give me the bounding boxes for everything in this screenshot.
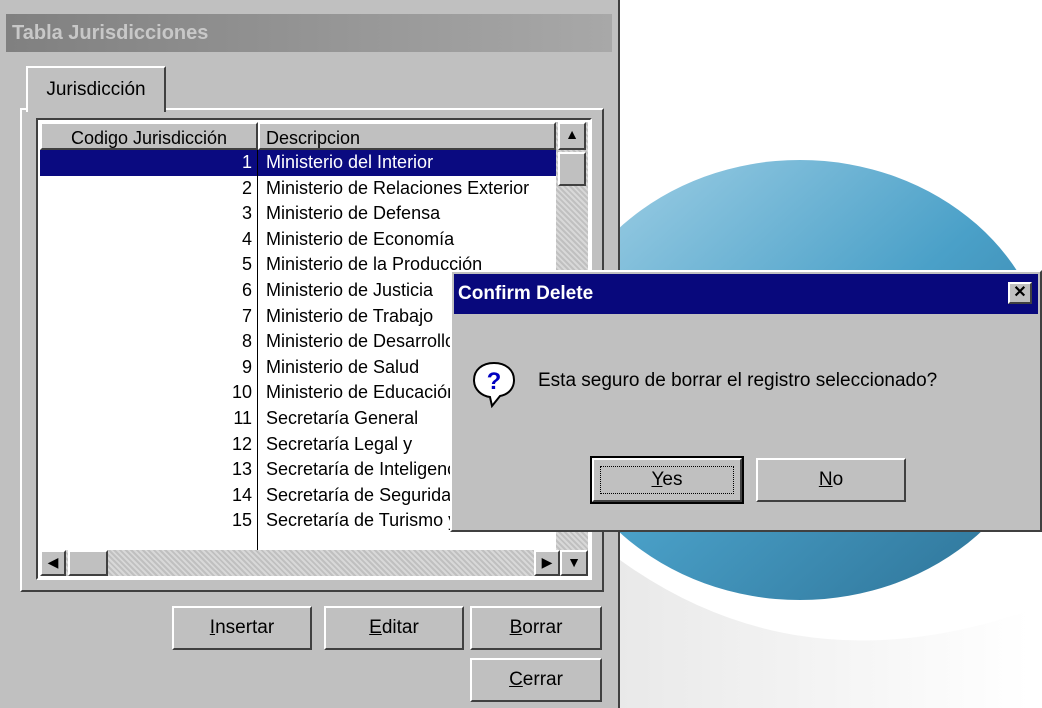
borrar-accel: B	[509, 617, 523, 638]
column-header-codigo[interactable]: Codigo Jurisdicción	[40, 122, 258, 150]
cell-descripcion: Ministerio del Interior	[266, 152, 434, 172]
cell-descripcion: Ministerio de Economía	[266, 228, 455, 249]
scroll-right-icon[interactable]: ▶	[534, 550, 560, 576]
table-row[interactable]: 2 Ministerio de Relaciones Exterior	[40, 176, 556, 202]
scroll-down-icon[interactable]: ▼	[560, 550, 588, 576]
cell-codigo: 6	[241, 279, 252, 300]
cerrar-button[interactable]: Cerrar	[470, 658, 602, 702]
cell-codigo: 3	[241, 203, 252, 224]
editar-button[interactable]: Editar	[324, 606, 464, 650]
cell-codigo: 14	[231, 484, 252, 505]
confirm-delete-dialog: Confirm Delete ✕ ? Esta seguro de borrar…	[450, 270, 1042, 532]
cell-codigo: 2	[241, 177, 252, 198]
cell-codigo: 12	[231, 433, 252, 454]
dialog-title-bar[interactable]: Confirm Delete ✕	[454, 274, 1038, 314]
cell-codigo: 1	[241, 152, 252, 172]
cerrar-label: errar	[522, 669, 563, 690]
window-title: Tabla Jurisdicciones	[6, 14, 612, 52]
cerrar-accel: C	[509, 669, 523, 690]
cell-codigo: 10	[231, 382, 252, 403]
question-icon: ?	[472, 361, 516, 408]
dialog-message: Esta seguro de borrar el registro selecc…	[538, 370, 938, 391]
svg-text:?: ?	[487, 368, 502, 395]
no-accel: N	[818, 469, 833, 490]
insertar-label: nsertar	[215, 617, 275, 638]
editar-label: ditar	[381, 617, 419, 638]
no-label: o	[832, 469, 844, 490]
focus-rectangle	[600, 466, 734, 494]
cell-codigo: 4	[241, 228, 252, 249]
borrar-button[interactable]: Borrar	[470, 606, 602, 650]
cell-codigo: 9	[241, 356, 252, 377]
editar-accel: E	[369, 617, 382, 638]
column-divider	[257, 150, 258, 550]
cell-codigo: 5	[241, 254, 252, 275]
table-row[interactable]: 1 Ministerio del Interior	[40, 150, 556, 176]
table-row[interactable]: 3 Ministerio de Defensa	[40, 201, 556, 227]
cell-codigo: 13	[231, 459, 252, 480]
yes-button[interactable]: Yes	[590, 456, 744, 504]
scroll-left-icon[interactable]: ◀	[40, 550, 66, 576]
cell-codigo: 11	[233, 407, 252, 428]
cell-codigo: 8	[241, 331, 252, 352]
vertical-scroll-thumb[interactable]	[558, 152, 586, 186]
cell-codigo: 15	[231, 510, 252, 531]
no-button[interactable]: No	[756, 458, 906, 502]
table-row[interactable]: 4 Ministerio de Economía	[40, 227, 556, 253]
close-icon[interactable]: ✕	[1008, 282, 1032, 304]
column-header-descripcion[interactable]: Descripcion	[258, 122, 556, 150]
horizontal-scrollbar[interactable]: ◀ ▶ ▼	[40, 550, 588, 576]
borrar-label: orrar	[522, 617, 563, 638]
tab-jurisdiccion[interactable]: Jurisdicción	[26, 66, 166, 112]
insertar-button[interactable]: Insertar	[172, 606, 312, 650]
cell-descripcion: Ministerio de Defensa	[266, 203, 441, 224]
scroll-up-icon[interactable]: ▲	[558, 122, 586, 150]
dialog-title: Confirm Delete	[458, 283, 594, 304]
cell-codigo: 7	[241, 305, 252, 326]
horizontal-scroll-thumb[interactable]	[68, 550, 108, 576]
cell-descripcion: Ministerio de Relaciones Exterior	[266, 177, 530, 198]
